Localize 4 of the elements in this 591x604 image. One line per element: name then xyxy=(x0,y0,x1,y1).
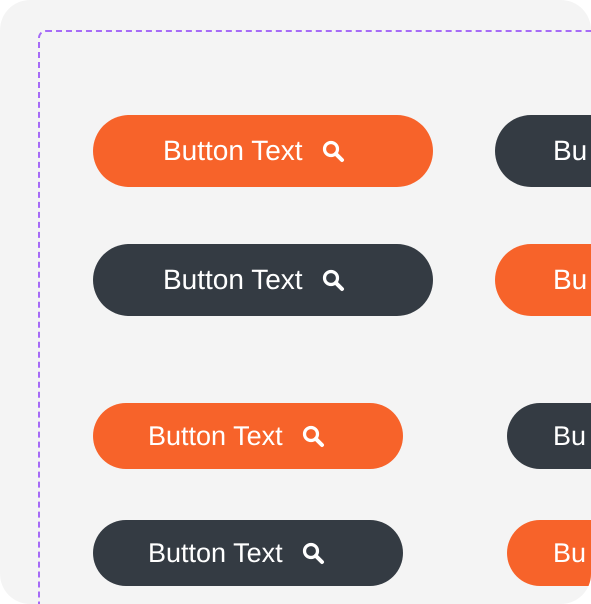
search-button[interactable]: Button Text xyxy=(93,520,403,586)
search-button[interactable]: Bu xyxy=(495,115,591,187)
search-button[interactable]: Button Text xyxy=(93,244,433,316)
search-button[interactable]: Bu xyxy=(507,403,591,469)
